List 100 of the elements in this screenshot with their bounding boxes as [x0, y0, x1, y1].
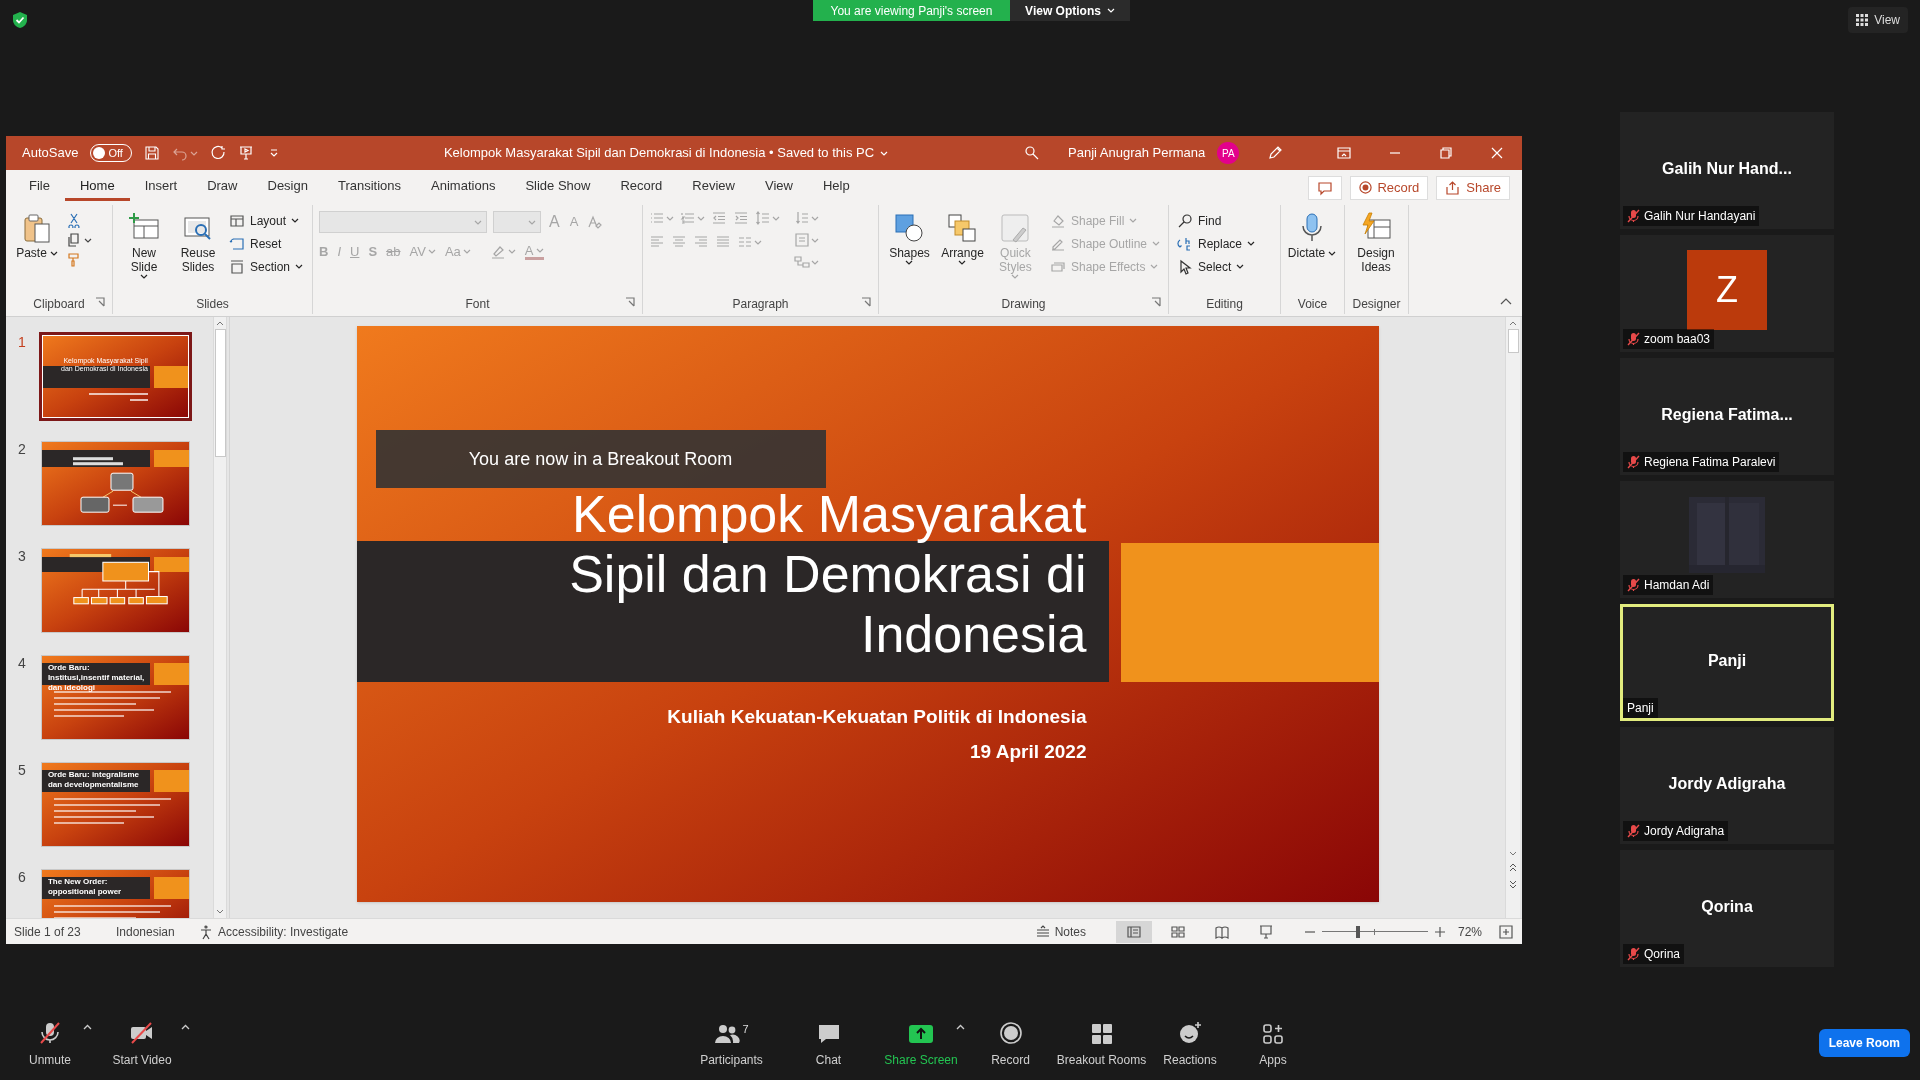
- shapes-button[interactable]: Shapes: [885, 210, 934, 265]
- replace-button[interactable]: Replace: [1175, 233, 1258, 254]
- accessibility-icon: [198, 923, 214, 940]
- user-avatar[interactable]: PA: [1217, 142, 1240, 164]
- caret-icon[interactable]: [905, 260, 914, 265]
- slide-subtitle: Kuliah Kekuatan-Kekuatan Politik di Indonesia: [667, 705, 1087, 729]
- subtitle-line: [89, 393, 148, 396]
- caret-icon[interactable]: [84, 237, 92, 243]
- caret-icon[interactable]: [49, 250, 58, 256]
- find-button[interactable]: Find: [1175, 210, 1258, 231]
- slide-number: 3: [17, 547, 27, 566]
- reuse-slides-button[interactable]: Reuse Slides: [173, 210, 223, 274]
- toolbar-button[interactable]: Start Video: [94, 1010, 190, 1080]
- ribbon-tab[interactable]: Insert: [129, 174, 193, 201]
- slide-show-icon: [1258, 923, 1274, 940]
- ribbon-tab[interactable]: Review: [677, 174, 750, 201]
- accessibility-button[interactable]: Accessibility: Investigate: [198, 922, 349, 941]
- slide-thumbnail[interactable]: [39, 546, 192, 635]
- ribbon-tab[interactable]: Draw: [192, 174, 253, 201]
- ribbon-tab[interactable]: Transitions: [322, 174, 417, 201]
- cut-icon[interactable]: [66, 212, 82, 228]
- caret-icon[interactable]: [140, 274, 148, 279]
- ribbon-tab[interactable]: File: [14, 174, 65, 201]
- format-painter-icon[interactable]: [66, 252, 82, 268]
- ribbon-tab[interactable]: Slide Show: [510, 174, 606, 201]
- ribbon-tab[interactable]: Help: [807, 174, 865, 201]
- slide-thumbnail[interactable]: The New Order: oppositional power: [39, 867, 192, 918]
- slide-number: 2: [17, 440, 27, 459]
- participant-name: Jordy Adigraha: [1644, 823, 1725, 840]
- comments-button[interactable]: [1308, 175, 1343, 200]
- scrollbar-thumb[interactable]: [1507, 329, 1519, 353]
- dictate-button[interactable]: Dictate: [1287, 210, 1337, 260]
- record-button[interactable]: Record: [1350, 175, 1429, 200]
- autosave-label: AutoSave: [22, 144, 79, 163]
- zoom-slider-thumb[interactable]: [1356, 925, 1361, 938]
- share-button[interactable]: Share: [1436, 175, 1510, 200]
- participant-name: Hamdan Adi: [1644, 577, 1710, 594]
- design-ideas-button[interactable]: Design Ideas: [1351, 210, 1401, 274]
- zoom-percent[interactable]: 72%: [1458, 922, 1492, 941]
- muted-mic-icon: [1627, 332, 1640, 346]
- ribbon-display-icon[interactable]: [1335, 145, 1352, 161]
- language[interactable]: Indonesian: [116, 922, 198, 941]
- caret-icon[interactable]: [291, 218, 300, 223]
- share-screen-button[interactable]: Share Screen: [877, 1010, 965, 1080]
- search-icon: [1177, 212, 1193, 229]
- scrollbar-thumb[interactable]: [214, 329, 226, 457]
- video-off-icon: [129, 1021, 155, 1045]
- select-button[interactable]: Select: [1175, 256, 1258, 277]
- slide-date: 19 April 2022: [969, 740, 1087, 764]
- ribbon-tab[interactable]: Design: [252, 174, 323, 201]
- toolbar-button[interactable]: Reactions: [1147, 1010, 1233, 1080]
- pen-icon[interactable]: [1267, 145, 1284, 161]
- grid-icon: [1856, 14, 1869, 26]
- slide-number: 1: [17, 333, 27, 352]
- new-slide-button[interactable]: New Slide: [119, 210, 169, 279]
- caret-icon[interactable]: [1236, 264, 1245, 269]
- slide-thumbnail[interactable]: Orde Baru: integralisme dan developmentalisme: [39, 760, 192, 849]
- slide-thumbnail[interactable]: [39, 439, 192, 528]
- ribbon-tab[interactable]: Animations: [416, 174, 511, 201]
- participant-display-name: Qorina: [1701, 896, 1753, 917]
- participant-display-name: Panji: [1707, 650, 1747, 671]
- save-icon[interactable]: [144, 145, 161, 161]
- reactions-icon: [1178, 1021, 1202, 1045]
- restore-icon[interactable]: [1437, 145, 1454, 161]
- ribbon-tab[interactable]: View: [750, 174, 808, 201]
- notes-button[interactable]: Notes: [1034, 922, 1086, 941]
- toolbar-button[interactable]: Record: [965, 1010, 1056, 1080]
- leave-room-button[interactable]: Leave Room: [1818, 1029, 1910, 1057]
- section-button[interactable]: Section: [227, 256, 306, 277]
- scrollbar[interactable]: [213, 317, 227, 918]
- caret-icon[interactable]: [1328, 250, 1337, 256]
- view-button[interactable]: [1116, 920, 1152, 943]
- slide-thumbnail[interactable]: Orde Baru: Institusi,insentif material, dan ideologi: [39, 653, 192, 742]
- caret-icon[interactable]: [295, 264, 304, 269]
- toolbar-button[interactable]: Apps: [1233, 1010, 1313, 1080]
- reset-button[interactable]: Reset: [227, 233, 306, 254]
- search-icon[interactable]: [1024, 145, 1040, 161]
- ribbon-tab[interactable]: Record: [605, 174, 678, 201]
- redo-icon[interactable]: [210, 145, 227, 161]
- zoom-slider[interactable]: [1322, 925, 1428, 938]
- record-icon: [1359, 181, 1373, 194]
- caret-icon[interactable]: [1247, 241, 1256, 246]
- record-icon: [998, 1021, 1023, 1045]
- participant-name: Galih Nur Handayani: [1644, 208, 1756, 225]
- toolbar-button[interactable]: Breakout Rooms: [1056, 1010, 1147, 1080]
- fit-to-window-icon[interactable]: [1498, 923, 1514, 940]
- ribbon-tab[interactable]: Home: [64, 174, 130, 201]
- toolbar-button[interactable]: Chat: [780, 1010, 877, 1080]
- caret-icon[interactable]: [958, 260, 967, 265]
- view-button[interactable]: View: [1848, 7, 1908, 33]
- present-icon[interactable]: [238, 145, 255, 161]
- paste-button[interactable]: Paste: [12, 210, 62, 260]
- scrollbar[interactable]: [1505, 317, 1520, 918]
- toolbar-button[interactable]: Unmute: [8, 1010, 92, 1080]
- view-options-button[interactable]: View Options: [1010, 0, 1130, 21]
- toolbar-button[interactable]: 7 Participants: [683, 1010, 780, 1080]
- user-name: Panji Anugrah Permana: [1068, 144, 1206, 163]
- layout-button[interactable]: Layout: [227, 210, 306, 231]
- viewing-banner: You are viewing Panji's screen: [813, 0, 1010, 21]
- arrange-button[interactable]: Arrange: [938, 210, 987, 265]
